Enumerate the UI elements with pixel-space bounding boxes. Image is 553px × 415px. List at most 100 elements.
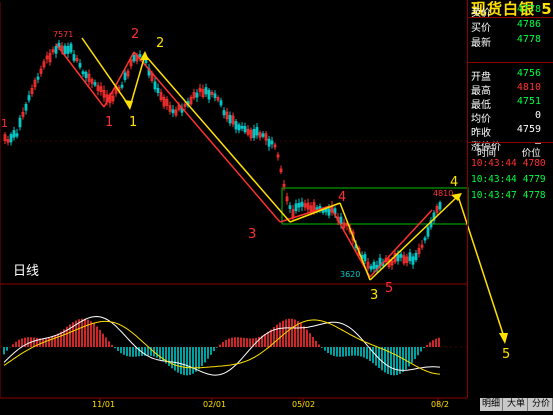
- quote-label: 最高: [471, 86, 491, 97]
- candle-body: [267, 138, 271, 147]
- candle-body: [270, 140, 274, 145]
- candle-body: [252, 128, 256, 139]
- candle-body: [399, 253, 403, 258]
- candle-body: [324, 208, 328, 213]
- quote-label: 均价: [471, 114, 491, 125]
- x-tick-label: 08/2: [431, 400, 449, 409]
- wave-label-red-3: 3: [248, 227, 257, 242]
- candle-body: [300, 201, 304, 207]
- candle-body: [297, 202, 301, 208]
- tab-large-orders[interactable]: 大单: [505, 398, 529, 411]
- candle-body: [54, 46, 58, 54]
- divider: [468, 62, 553, 63]
- candle-body: [93, 82, 97, 86]
- quote-value: 4778: [516, 4, 541, 15]
- candle-body: [243, 125, 247, 133]
- candle-body: [81, 71, 85, 75]
- quote-value: 0: [534, 110, 541, 121]
- candle-body: [363, 254, 367, 262]
- trade-time: 10:43:47: [471, 190, 517, 201]
- candle-body: [72, 54, 76, 61]
- candle-body: [66, 46, 70, 54]
- wave-label-yellow-1: 1: [129, 115, 138, 130]
- candle-body: [228, 114, 232, 124]
- edge-label: 1: [1, 117, 8, 130]
- candle-body: [207, 89, 211, 100]
- macd-indicator: [3, 315, 441, 376]
- candle-body: [438, 202, 442, 210]
- candle-body: [9, 134, 13, 143]
- candle-body: [120, 84, 124, 88]
- trade-row: 10:43:47 4778: [471, 190, 551, 201]
- candle-body: [171, 109, 175, 114]
- price-annotation-high: 7571: [53, 30, 74, 39]
- trade-price: 4779: [522, 174, 546, 185]
- wave-label-red-2: 2: [131, 27, 140, 42]
- candle-body: [138, 54, 142, 58]
- chart-window: 1 日线 7571 3620 4810 2 2 1 1 3 4 5 3 4 5 …: [0, 0, 553, 411]
- candle-body: [369, 265, 373, 270]
- wave-label-yellow-2: 2: [156, 36, 165, 51]
- trade-time: 10:43:44: [471, 174, 517, 185]
- trade-price: 4778: [522, 190, 546, 201]
- wave-label-yellow-4: 4: [450, 175, 459, 190]
- candle-body: [327, 208, 331, 216]
- divider: [468, 142, 553, 143]
- candle-body: [219, 100, 223, 106]
- trades-header: 时间 价位: [471, 145, 551, 159]
- quote-label: 卖价: [471, 8, 491, 19]
- candle-body: [396, 254, 400, 262]
- x-tick-label: 05/02: [292, 400, 316, 409]
- candle-body: [27, 95, 31, 101]
- price-annotation-low: 3620: [340, 270, 361, 279]
- candle-body: [63, 45, 67, 55]
- candle-body: [24, 104, 28, 111]
- quote-value: 4759: [516, 124, 541, 135]
- candle-body: [294, 203, 298, 212]
- wave-label-yellow-3: 3: [370, 288, 379, 303]
- candle-body: [408, 252, 412, 262]
- quote-label: 开盘: [471, 72, 491, 83]
- wave-label-red-1: 1: [105, 115, 114, 130]
- tab-detail[interactable]: 明细: [480, 398, 504, 411]
- candle-body: [12, 130, 16, 138]
- quote-value: 4751: [516, 96, 541, 107]
- red-wave-lines: [55, 43, 433, 278]
- candle-body: [36, 76, 40, 80]
- candle-body: [132, 54, 136, 62]
- quote-row: 最新 4778: [471, 34, 541, 50]
- quote-value: 4810: [516, 82, 541, 93]
- candle-body: [222, 110, 226, 116]
- candle-body: [123, 72, 127, 80]
- wave-label-red-4: 4: [338, 190, 347, 205]
- candle-body: [234, 121, 238, 130]
- quote-label: 买价: [471, 23, 491, 34]
- candle-body: [237, 124, 241, 131]
- x-tick-label: 11/01: [92, 400, 116, 409]
- trade-row: 10:43:44 4780: [471, 158, 551, 169]
- candle-body: [426, 227, 430, 237]
- candle-body: [195, 92, 199, 98]
- quote-value: 4756: [516, 68, 541, 79]
- tab-price-distribution[interactable]: 分价: [530, 398, 553, 411]
- detail-tabs: 明细 大单 分价: [480, 398, 553, 411]
- price-annotation-last: 4810: [433, 189, 454, 198]
- candle-body: [414, 252, 418, 261]
- candle-body: [261, 133, 265, 137]
- candle-group: [3, 39, 442, 274]
- candle-body: [153, 81, 157, 90]
- candle-body: [204, 87, 208, 95]
- trade-price: 4780: [522, 158, 546, 169]
- quote-label: 最新: [471, 38, 491, 49]
- x-tick-label: 02/01: [203, 400, 227, 409]
- candle-body: [411, 256, 415, 265]
- candle-body: [372, 261, 376, 269]
- candle-body: [213, 93, 217, 99]
- trade-row: 10:43:44 4779: [471, 174, 551, 185]
- wave-label-red-5: 5: [385, 281, 394, 296]
- candle-body: [84, 71, 88, 78]
- candle-body: [288, 205, 292, 209]
- quote-label: 昨收: [471, 128, 491, 139]
- quote-value: 4778: [516, 34, 541, 45]
- candle-body: [18, 117, 22, 128]
